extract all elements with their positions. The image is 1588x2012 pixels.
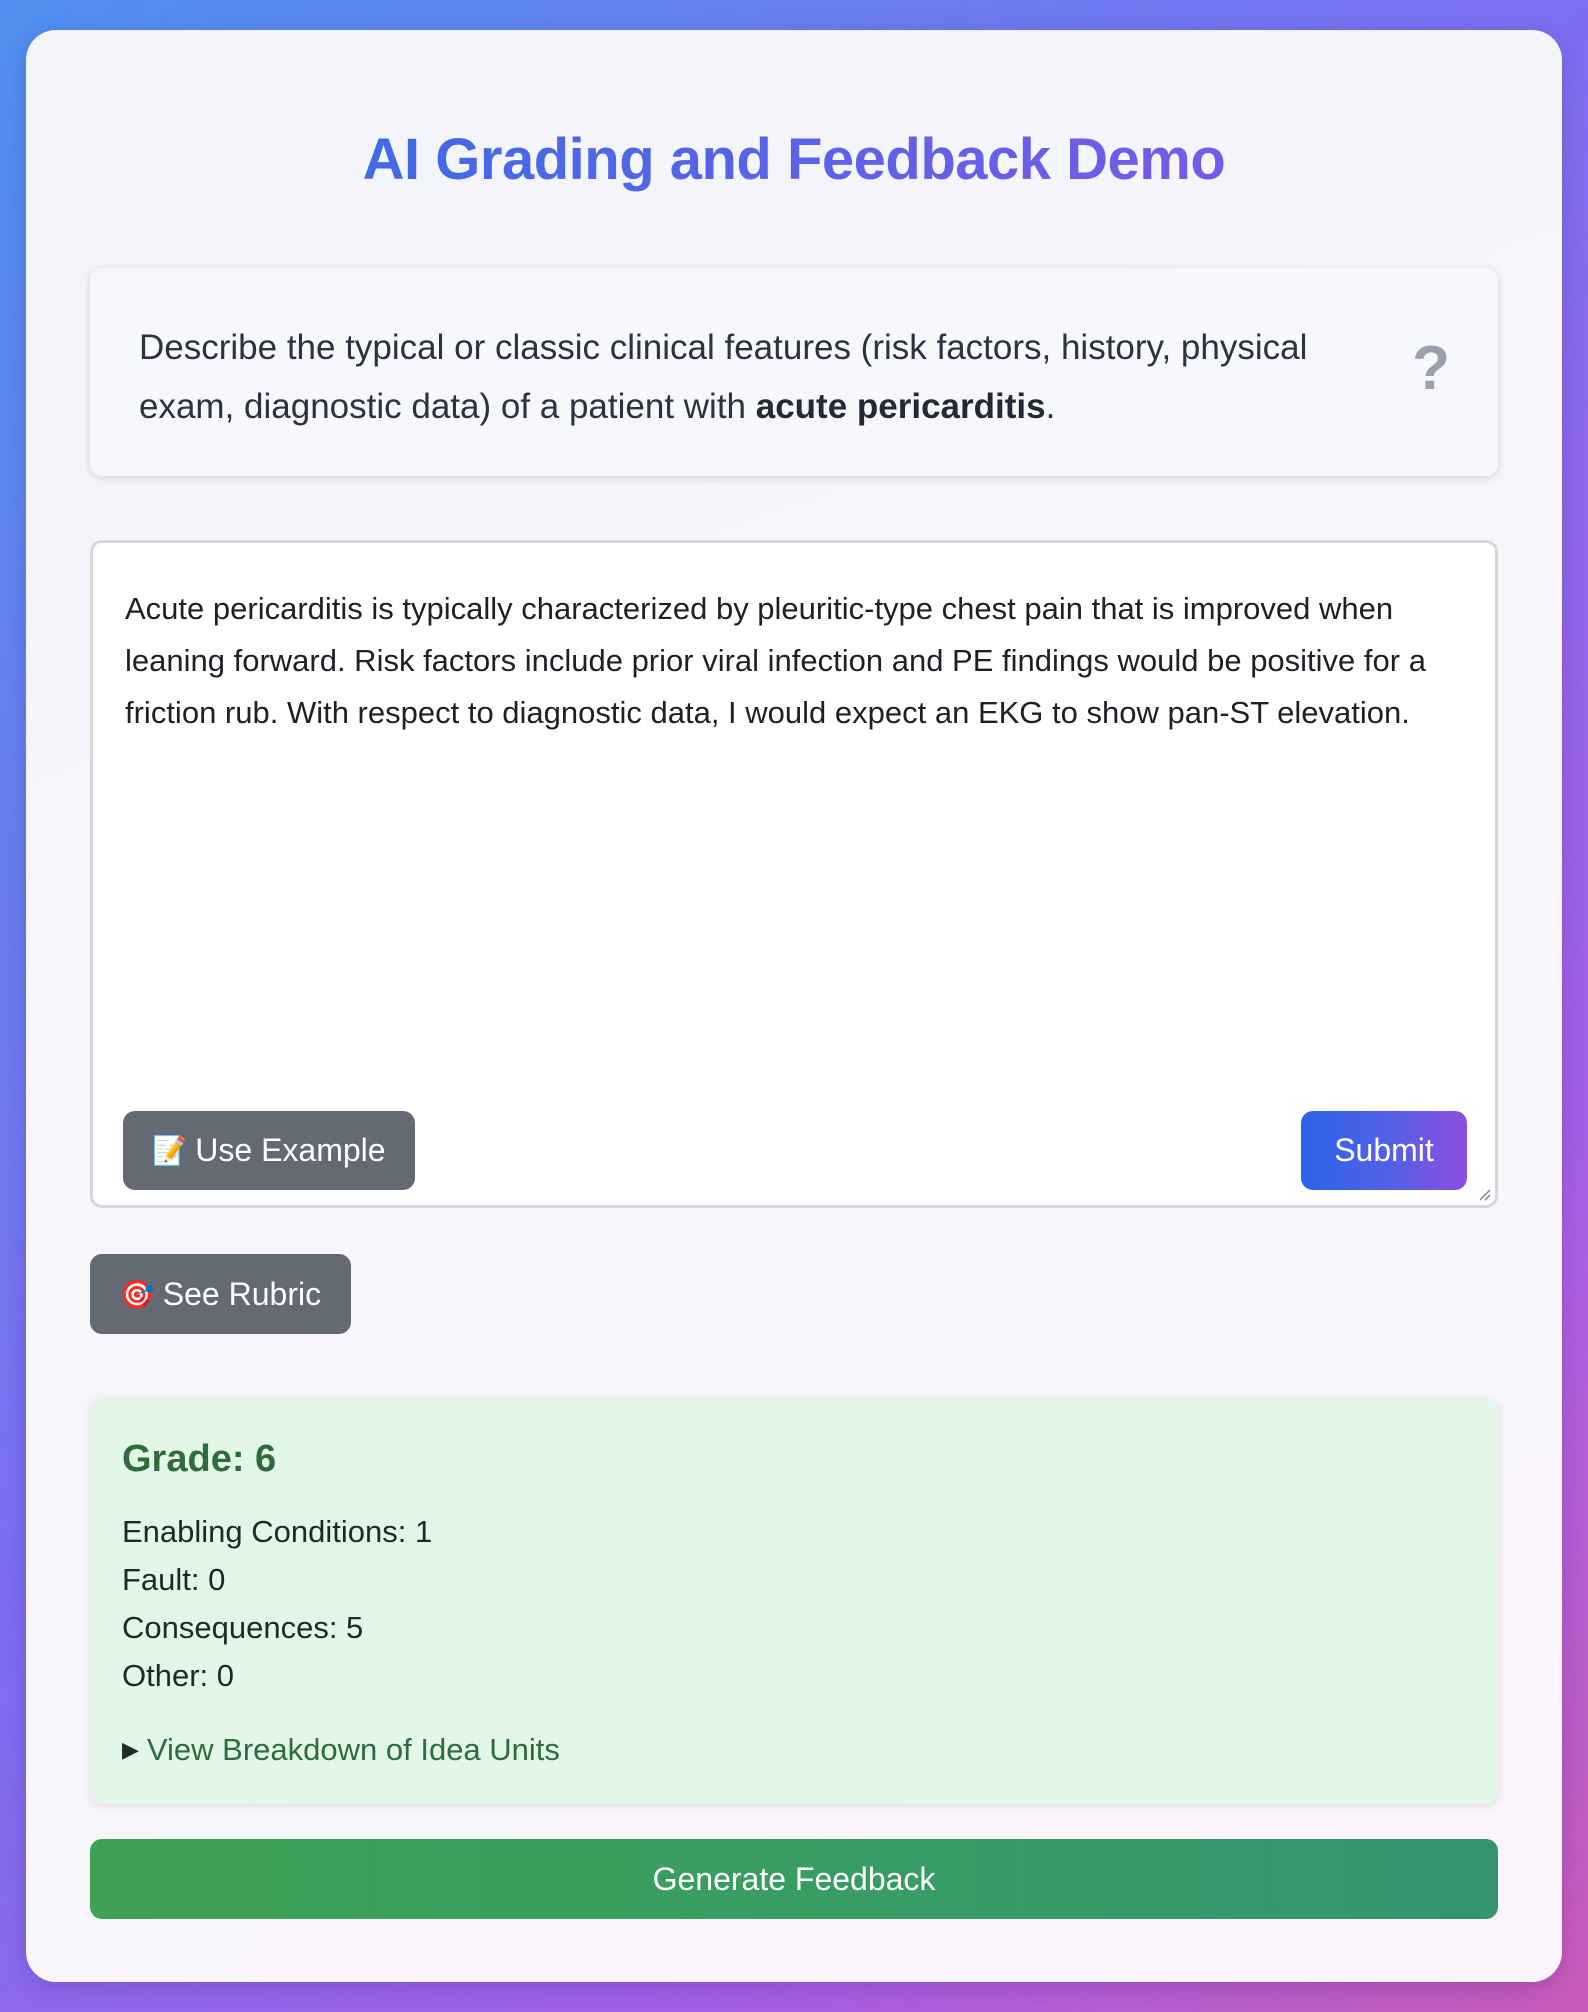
use-example-button[interactable]: 📝 Use Example — [123, 1111, 415, 1190]
grade-line-other: Other: 0 — [122, 1658, 234, 1693]
question-emphasis: acute pericarditis — [755, 387, 1046, 426]
answer-textarea[interactable]: Acute pericarditis is typically characte… — [90, 540, 1498, 1208]
submit-label: Submit — [1334, 1132, 1434, 1168]
grade-breakdown-list: Enabling Conditions: 1 Fault: 0 Conseque… — [122, 1508, 432, 1700]
generate-feedback-label: Generate Feedback — [652, 1860, 936, 1897]
grade-line-fault: Fault: 0 — [122, 1562, 226, 1597]
target-icon: 🎯 — [119, 1278, 155, 1310]
main-card: AI Grading and Feedback Demo Describe th… — [26, 30, 1562, 1982]
use-example-label: Use Example — [195, 1132, 386, 1168]
question-text-end: . — [1045, 387, 1056, 426]
view-breakdown-toggle[interactable]: ▶ View Breakdown of Idea Units — [122, 1732, 560, 1768]
question-text: Describe the typical or classic clinical… — [139, 318, 1359, 436]
see-rubric-button[interactable]: 🎯 See Rubric — [90, 1254, 351, 1334]
grade-title: Grade: 6 — [122, 1438, 277, 1480]
generate-feedback-button[interactable]: Generate Feedback — [90, 1839, 1498, 1919]
answer-text[interactable]: Acute pericarditis is typically characte… — [125, 583, 1470, 739]
question-text-main: Describe the typical or classic clinical… — [139, 328, 1308, 426]
question-panel: Describe the typical or classic clinical… — [90, 268, 1498, 476]
submit-button[interactable]: Submit — [1301, 1111, 1467, 1190]
see-rubric-label: See Rubric — [162, 1275, 322, 1312]
grade-line-consequences: Consequences: 5 — [122, 1610, 364, 1645]
disclosure-triangle-icon: ▶ — [122, 1737, 139, 1762]
memo-icon: 📝 — [152, 1135, 188, 1166]
help-icon[interactable]: ? — [1412, 333, 1450, 404]
grade-panel: Grade: 6 Enabling Conditions: 1 Fault: 0… — [90, 1398, 1498, 1804]
page-title: AI Grading and Feedback Demo — [26, 126, 1562, 193]
view-breakdown-label: View Breakdown of Idea Units — [146, 1732, 560, 1767]
grade-line-enabling-conditions: Enabling Conditions: 1 — [122, 1514, 433, 1549]
resize-handle-icon[interactable] — [1475, 1185, 1491, 1201]
